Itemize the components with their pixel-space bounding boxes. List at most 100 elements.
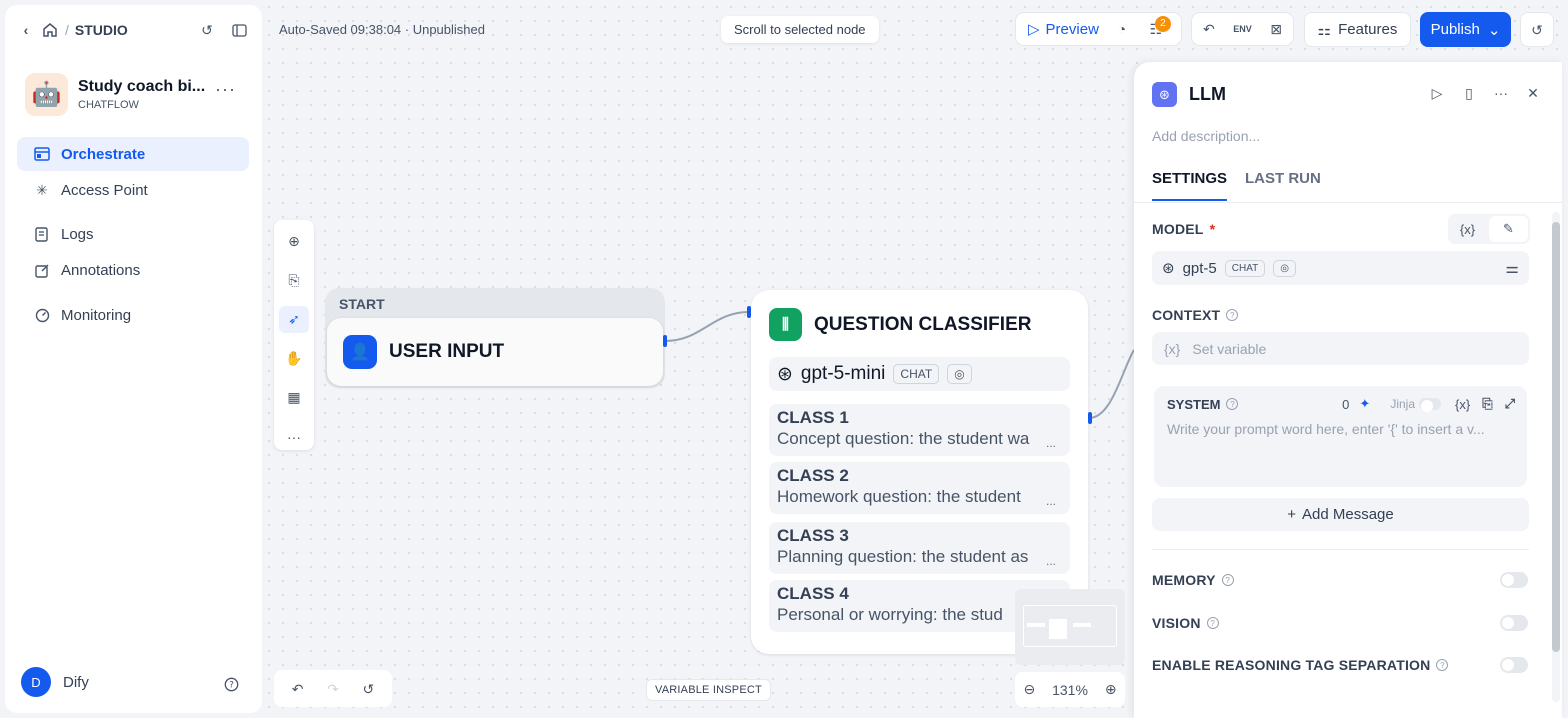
sidebar-item-logs[interactable]: Logs bbox=[17, 217, 249, 251]
memory-label-text: MEMORY bbox=[1152, 572, 1216, 588]
refresh-icon[interactable]: ↺ bbox=[198, 21, 216, 39]
question-icon[interactable]: ? bbox=[1226, 309, 1239, 321]
user-account[interactable]: D Dify bbox=[21, 667, 89, 697]
model-feature-icon: ◎ bbox=[947, 364, 972, 384]
classifier-icon: ⫼ bbox=[769, 308, 802, 341]
context-placeholder: Set variable bbox=[1192, 340, 1267, 357]
class-desc: Homework question: the student bbox=[777, 487, 1021, 506]
variable-icon: {x} bbox=[1164, 340, 1181, 357]
start-output-handle[interactable] bbox=[663, 335, 667, 347]
system-prompt-box[interactable]: SYSTEM ? 0 ✦ Jinja {x} ⎘ ⤢ Write your pr… bbox=[1154, 386, 1527, 487]
tab-settings[interactable]: SETTINGS bbox=[1152, 170, 1228, 201]
minimap-node bbox=[1073, 623, 1091, 627]
orchestrate-icon bbox=[33, 145, 51, 163]
class-desc: Concept question: the student wa bbox=[777, 429, 1030, 448]
sidebar-toggle-icon[interactable] bbox=[230, 21, 248, 39]
undo-icon[interactable]: ↶ bbox=[289, 680, 307, 698]
breadcrumb-studio[interactable]: STUDIO bbox=[75, 22, 128, 38]
add-message-button[interactable]: + Add Message bbox=[1152, 498, 1529, 531]
model-selector[interactable]: ⊛ gpt-5 CHAT ◎ ⚌ bbox=[1152, 251, 1529, 285]
reasoning-label-text: ENABLE REASONING TAG SEPARATION bbox=[1152, 657, 1431, 673]
annotations-icon bbox=[33, 261, 51, 279]
panel-title[interactable]: LLM bbox=[1189, 84, 1226, 105]
question-icon[interactable]: ? bbox=[1436, 659, 1449, 671]
app-type: CHATFLOW bbox=[78, 99, 139, 111]
breadcrumb-separator: / bbox=[65, 22, 69, 38]
copy-icon[interactable]: ⎘ bbox=[1482, 396, 1492, 412]
model-feature-icon: ◎ bbox=[1273, 259, 1296, 277]
sidebar-item-label: Orchestrate bbox=[61, 145, 146, 163]
question-icon[interactable]: ? bbox=[1226, 398, 1239, 410]
logs-icon bbox=[33, 225, 51, 243]
history-icon[interactable]: ↺ bbox=[359, 680, 377, 698]
edit-icon[interactable]: ✎ bbox=[1489, 216, 1528, 242]
context-label: CONTEXT ? bbox=[1152, 307, 1239, 323]
help-doc-icon[interactable]: ▯ bbox=[1460, 84, 1478, 102]
sidebar-item-label: Monitoring bbox=[61, 306, 132, 324]
minimap[interactable] bbox=[1015, 589, 1125, 665]
class1-output-handle[interactable] bbox=[1088, 412, 1092, 424]
zoom-level[interactable]: 131% bbox=[1052, 682, 1088, 698]
question-icon[interactable]: ? bbox=[1206, 617, 1219, 629]
model-label: MODEL * bbox=[1152, 221, 1215, 237]
variable-inspect-button[interactable]: VARIABLE INSPECT bbox=[646, 679, 771, 701]
ellipsis: ... bbox=[1045, 554, 1056, 568]
classifier-title: QUESTION CLASSIFIER bbox=[814, 313, 1032, 335]
start-node[interactable]: START 👤 USER INPUT bbox=[325, 288, 665, 388]
model-params-icon[interactable]: ⚌ bbox=[1506, 259, 1519, 277]
variable-icon[interactable]: {x} bbox=[1448, 222, 1487, 237]
zoom-control: ⊖ 131% ⊕ bbox=[1015, 672, 1125, 707]
minimap-node bbox=[1027, 623, 1045, 627]
user-input-icon: 👤 bbox=[343, 335, 377, 369]
sidebar-item-label: Annotations bbox=[61, 261, 141, 279]
app-more-icon[interactable]: ··· bbox=[215, 79, 236, 100]
help-icon[interactable]: ? bbox=[222, 675, 240, 693]
chevron-left-icon[interactable]: ‹ bbox=[17, 21, 35, 39]
llm-settings-panel: ⊛ LLM ▷ ▯ ··· ✕ Add description... SETTI… bbox=[1134, 62, 1562, 718]
close-icon[interactable]: ✕ bbox=[1524, 84, 1542, 102]
redo-icon[interactable]: ↷ bbox=[324, 680, 342, 698]
openai-icon: ⊛ bbox=[777, 363, 793, 385]
class-title: CLASS 3 bbox=[777, 526, 849, 545]
class-desc: Planning question: the student as bbox=[777, 547, 1029, 566]
app-card[interactable]: 🤖 Study coach bi... CHATFLOW bbox=[25, 73, 205, 116]
sidebar-item-monitoring[interactable]: Monitoring bbox=[17, 298, 249, 332]
sidebar: ‹ / STUDIO ↺ 🤖 Study coach bi... CHATFLO… bbox=[5, 5, 262, 713]
ellipsis: ... bbox=[1045, 494, 1056, 508]
ai-generate-icon[interactable]: ✦ bbox=[1359, 396, 1370, 412]
model-label-text: MODEL bbox=[1152, 221, 1204, 237]
sidebar-item-annotations[interactable]: Annotations bbox=[17, 253, 249, 287]
start-label: START bbox=[339, 296, 385, 312]
tab-divider bbox=[1134, 202, 1562, 203]
model-name: gpt-5 bbox=[1182, 259, 1217, 277]
sidebar-item-orchestrate[interactable]: Orchestrate bbox=[17, 137, 249, 171]
description-input[interactable]: Add description... bbox=[1152, 128, 1260, 144]
openai-icon: ⊛ bbox=[1162, 260, 1175, 277]
model-tag: CHAT bbox=[1224, 259, 1266, 277]
sidebar-item-label: Logs bbox=[61, 225, 94, 243]
variable-icon[interactable]: {x} bbox=[1455, 397, 1470, 412]
zoom-out-icon[interactable]: ⊖ bbox=[1023, 681, 1035, 698]
context-variable-input[interactable]: {x} Set variable bbox=[1152, 332, 1529, 365]
jinja-toggle[interactable] bbox=[1419, 398, 1441, 412]
user-input-card[interactable]: 👤 USER INPUT bbox=[327, 318, 663, 386]
reasoning-toggle[interactable] bbox=[1500, 657, 1528, 673]
more-icon[interactable]: ··· bbox=[1492, 84, 1510, 102]
zoom-in-icon[interactable]: ⊕ bbox=[1105, 681, 1117, 698]
expand-icon[interactable]: ⤢ bbox=[1505, 396, 1515, 412]
class-title: CLASS 1 bbox=[777, 408, 849, 427]
class-item: CLASS 3 Planning question: the student a… bbox=[769, 522, 1070, 574]
vision-toggle[interactable] bbox=[1500, 615, 1528, 631]
system-prompt-input[interactable]: Write your prompt word here, enter '{' t… bbox=[1167, 421, 1512, 437]
scrollbar-thumb[interactable] bbox=[1552, 222, 1560, 652]
question-icon[interactable]: ? bbox=[1221, 574, 1234, 586]
class-title: CLASS 2 bbox=[777, 466, 849, 485]
sidebar-item-access-point[interactable]: ✳ Access Point bbox=[17, 173, 249, 207]
memory-toggle[interactable] bbox=[1500, 572, 1528, 588]
user-input-title: USER INPUT bbox=[389, 341, 505, 362]
home-icon[interactable] bbox=[41, 21, 59, 39]
tab-last-run[interactable]: LAST RUN bbox=[1245, 170, 1321, 201]
run-node-icon[interactable]: ▷ bbox=[1428, 84, 1446, 102]
model-tag: CHAT bbox=[893, 364, 940, 384]
memory-label: MEMORY ? bbox=[1152, 572, 1234, 588]
